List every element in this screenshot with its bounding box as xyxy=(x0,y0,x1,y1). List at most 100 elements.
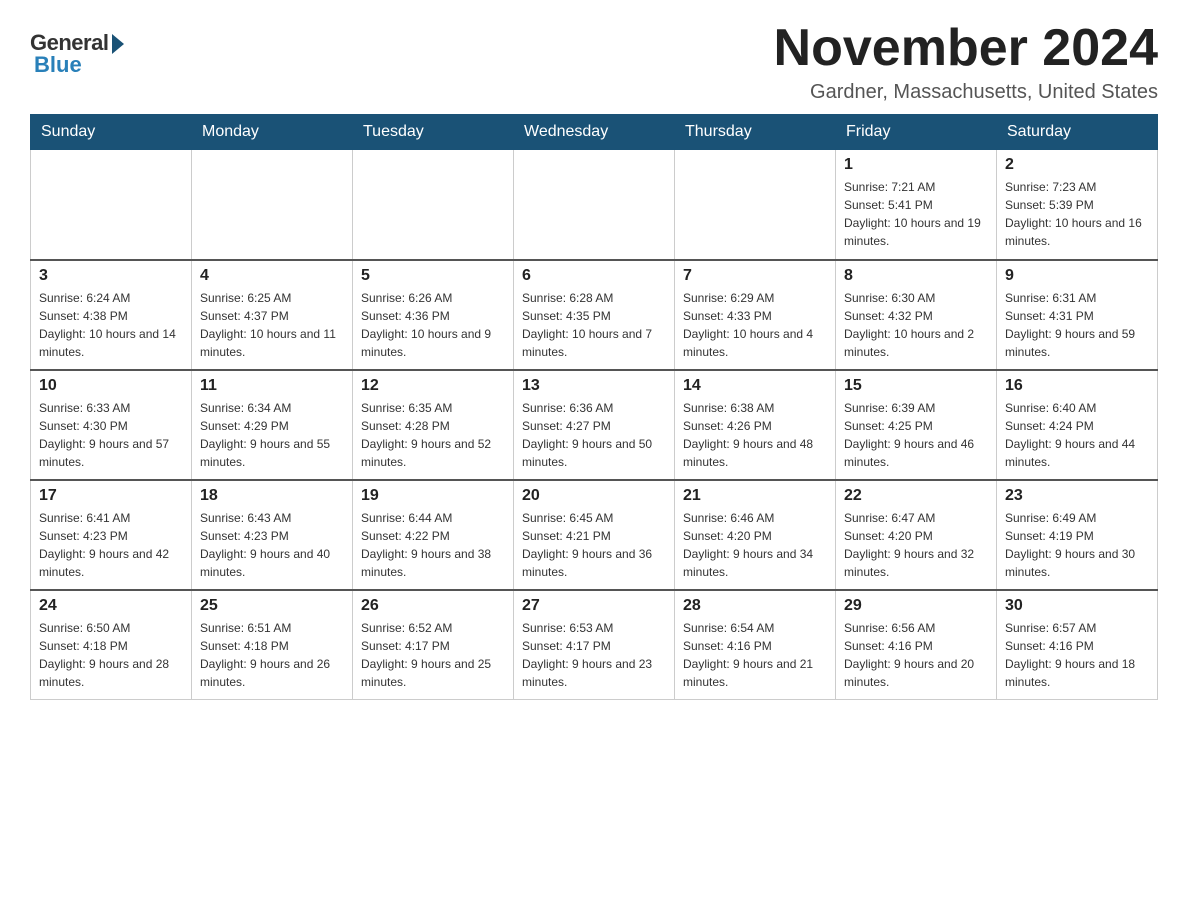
calendar-cell xyxy=(514,150,675,260)
day-number: 11 xyxy=(200,377,344,395)
calendar-cell: 18 Sunrise: 6:43 AMSunset: 4:23 PMDayligh… xyxy=(192,480,353,590)
calendar-cell: 17Sunrise: 6:41 AMSunset: 4:23 PMDayligh… xyxy=(31,480,192,590)
day-info: Sunrise: 6:52 AMSunset: 4:17 PMDaylight:… xyxy=(361,619,505,691)
calendar-cell: 27Sunrise: 6:53 AMSunset: 4:17 PMDayligh… xyxy=(514,590,675,700)
calendar-cell: 3 Sunrise: 6:24 AMSunset: 4:38 PMDaylight… xyxy=(31,260,192,370)
day-number: 14 xyxy=(683,377,827,395)
calendar-week-row: 24 Sunrise: 6:50 AMSunset: 4:18 PMDayligh… xyxy=(31,590,1158,700)
day-number: 17 xyxy=(39,487,183,505)
day-info: Sunrise: 6:49 AMSunset: 4:19 PMDaylight:… xyxy=(1005,509,1149,581)
calendar-cell: 9 Sunrise: 6:31 AMSunset: 4:31 PMDaylight… xyxy=(997,260,1158,370)
calendar-cell: 23 Sunrise: 6:49 AMSunset: 4:19 PMDayligh… xyxy=(997,480,1158,590)
calendar-cell: 8Sunrise: 6:30 AMSunset: 4:32 PMDaylight… xyxy=(836,260,997,370)
day-number: 19 xyxy=(361,487,505,505)
day-info: Sunrise: 6:57 AMSunset: 4:16 PMDaylight:… xyxy=(1005,619,1149,691)
day-info: Sunrise: 6:34 AMSunset: 4:29 PMDaylight:… xyxy=(200,399,344,471)
day-info: Sunrise: 6:36 AMSunset: 4:27 PMDaylight:… xyxy=(522,399,666,471)
day-number: 15 xyxy=(844,377,988,395)
day-info: Sunrise: 6:56 AMSunset: 4:16 PMDaylight:… xyxy=(844,619,988,691)
day-number: 23 xyxy=(1005,487,1149,505)
calendar-cell: 24 Sunrise: 6:50 AMSunset: 4:18 PMDayligh… xyxy=(31,590,192,700)
calendar-cell: 6 Sunrise: 6:28 AMSunset: 4:35 PMDaylight… xyxy=(514,260,675,370)
day-info: Sunrise: 6:53 AMSunset: 4:17 PMDaylight:… xyxy=(522,619,666,691)
day-info: Sunrise: 6:54 AMSunset: 4:16 PMDaylight:… xyxy=(683,619,827,691)
calendar-weekday-tuesday: Tuesday xyxy=(353,115,514,150)
day-info: Sunrise: 6:26 AMSunset: 4:36 PMDaylight:… xyxy=(361,289,505,361)
calendar-cell: 15 Sunrise: 6:39 AMSunset: 4:25 PMDayligh… xyxy=(836,370,997,480)
day-info: Sunrise: 6:46 AMSunset: 4:20 PMDaylight:… xyxy=(683,509,827,581)
day-info: Sunrise: 7:23 AMSunset: 5:39 PMDaylight:… xyxy=(1005,178,1149,250)
calendar-week-row: 3 Sunrise: 6:24 AMSunset: 4:38 PMDaylight… xyxy=(31,260,1158,370)
calendar-weekday-wednesday: Wednesday xyxy=(514,115,675,150)
calendar-cell: 7Sunrise: 6:29 AMSunset: 4:33 PMDaylight… xyxy=(675,260,836,370)
location-label: Gardner, Massachusetts, United States xyxy=(774,81,1158,104)
day-info: Sunrise: 6:24 AMSunset: 4:38 PMDaylight:… xyxy=(39,289,183,361)
day-number: 22 xyxy=(844,487,988,505)
day-info: Sunrise: 6:39 AMSunset: 4:25 PMDaylight:… xyxy=(844,399,988,471)
calendar-cell: 19 Sunrise: 6:44 AMSunset: 4:22 PMDayligh… xyxy=(353,480,514,590)
logo-blue-text: Blue xyxy=(34,52,82,78)
day-number: 10 xyxy=(39,377,183,395)
day-info: Sunrise: 6:33 AMSunset: 4:30 PMDaylight:… xyxy=(39,399,183,471)
calendar-cell: 21Sunrise: 6:46 AMSunset: 4:20 PMDayligh… xyxy=(675,480,836,590)
day-number: 4 xyxy=(200,267,344,285)
calendar-cell: 5 Sunrise: 6:26 AMSunset: 4:36 PMDaylight… xyxy=(353,260,514,370)
day-info: Sunrise: 6:43 AMSunset: 4:23 PMDaylight:… xyxy=(200,509,344,581)
day-info: Sunrise: 6:35 AMSunset: 4:28 PMDaylight:… xyxy=(361,399,505,471)
calendar-cell xyxy=(192,150,353,260)
logo-arrow-icon xyxy=(112,34,124,54)
day-number: 3 xyxy=(39,267,183,285)
calendar-cell: 1 Sunrise: 7:21 AMSunset: 5:41 PMDaylight… xyxy=(836,150,997,260)
calendar-cell xyxy=(675,150,836,260)
day-info: Sunrise: 6:44 AMSunset: 4:22 PMDaylight:… xyxy=(361,509,505,581)
calendar-cell: 22 Sunrise: 6:47 AMSunset: 4:20 PMDayligh… xyxy=(836,480,997,590)
day-info: Sunrise: 6:25 AMSunset: 4:37 PMDaylight:… xyxy=(200,289,344,361)
calendar-cell: 11 Sunrise: 6:34 AMSunset: 4:29 PMDayligh… xyxy=(192,370,353,480)
calendar-weekday-thursday: Thursday xyxy=(675,115,836,150)
day-info: Sunrise: 7:21 AMSunset: 5:41 PMDaylight:… xyxy=(844,178,988,250)
day-info: Sunrise: 6:31 AMSunset: 4:31 PMDaylight:… xyxy=(1005,289,1149,361)
calendar-cell: 14 Sunrise: 6:38 AMSunset: 4:26 PMDayligh… xyxy=(675,370,836,480)
calendar-cell: 12Sunrise: 6:35 AMSunset: 4:28 PMDayligh… xyxy=(353,370,514,480)
day-number: 8 xyxy=(844,267,988,285)
day-number: 30 xyxy=(1005,597,1149,615)
day-info: Sunrise: 6:28 AMSunset: 4:35 PMDaylight:… xyxy=(522,289,666,361)
day-number: 1 xyxy=(844,156,988,174)
day-info: Sunrise: 6:50 AMSunset: 4:18 PMDaylight:… xyxy=(39,619,183,691)
title-area: November 2024 Gardner, Massachusetts, Un… xyxy=(774,20,1158,104)
calendar-weekday-sunday: Sunday xyxy=(31,115,192,150)
calendar-weekday-monday: Monday xyxy=(192,115,353,150)
day-info: Sunrise: 6:38 AMSunset: 4:26 PMDaylight:… xyxy=(683,399,827,471)
calendar-week-row: 17Sunrise: 6:41 AMSunset: 4:23 PMDayligh… xyxy=(31,480,1158,590)
calendar-cell xyxy=(31,150,192,260)
day-info: Sunrise: 6:51 AMSunset: 4:18 PMDaylight:… xyxy=(200,619,344,691)
calendar-cell: 20Sunrise: 6:45 AMSunset: 4:21 PMDayligh… xyxy=(514,480,675,590)
day-number: 28 xyxy=(683,597,827,615)
calendar-cell: 25 Sunrise: 6:51 AMSunset: 4:18 PMDayligh… xyxy=(192,590,353,700)
logo: General Blue xyxy=(30,30,124,78)
day-number: 5 xyxy=(361,267,505,285)
day-number: 9 xyxy=(1005,267,1149,285)
calendar-cell: 10 Sunrise: 6:33 AMSunset: 4:30 PMDayligh… xyxy=(31,370,192,480)
calendar-weekday-saturday: Saturday xyxy=(997,115,1158,150)
calendar-table: SundayMondayTuesdayWednesdayThursdayFrid… xyxy=(30,114,1158,700)
calendar-cell: 2 Sunrise: 7:23 AMSunset: 5:39 PMDaylight… xyxy=(997,150,1158,260)
day-number: 29 xyxy=(844,597,988,615)
calendar-cell: 16Sunrise: 6:40 AMSunset: 4:24 PMDayligh… xyxy=(997,370,1158,480)
day-number: 2 xyxy=(1005,156,1149,174)
day-number: 24 xyxy=(39,597,183,615)
day-number: 26 xyxy=(361,597,505,615)
calendar-cell: 26 Sunrise: 6:52 AMSunset: 4:17 PMDayligh… xyxy=(353,590,514,700)
calendar-week-row: 10 Sunrise: 6:33 AMSunset: 4:30 PMDayligh… xyxy=(31,370,1158,480)
calendar-cell: 13Sunrise: 6:36 AMSunset: 4:27 PMDayligh… xyxy=(514,370,675,480)
day-info: Sunrise: 6:47 AMSunset: 4:20 PMDaylight:… xyxy=(844,509,988,581)
month-title: November 2024 xyxy=(774,20,1158,77)
day-number: 18 xyxy=(200,487,344,505)
day-info: Sunrise: 6:29 AMSunset: 4:33 PMDaylight:… xyxy=(683,289,827,361)
day-number: 6 xyxy=(522,267,666,285)
day-info: Sunrise: 6:45 AMSunset: 4:21 PMDaylight:… xyxy=(522,509,666,581)
page-header: General Blue November 2024 Gardner, Mass… xyxy=(30,20,1158,104)
calendar-weekday-friday: Friday xyxy=(836,115,997,150)
day-number: 25 xyxy=(200,597,344,615)
day-info: Sunrise: 6:40 AMSunset: 4:24 PMDaylight:… xyxy=(1005,399,1149,471)
